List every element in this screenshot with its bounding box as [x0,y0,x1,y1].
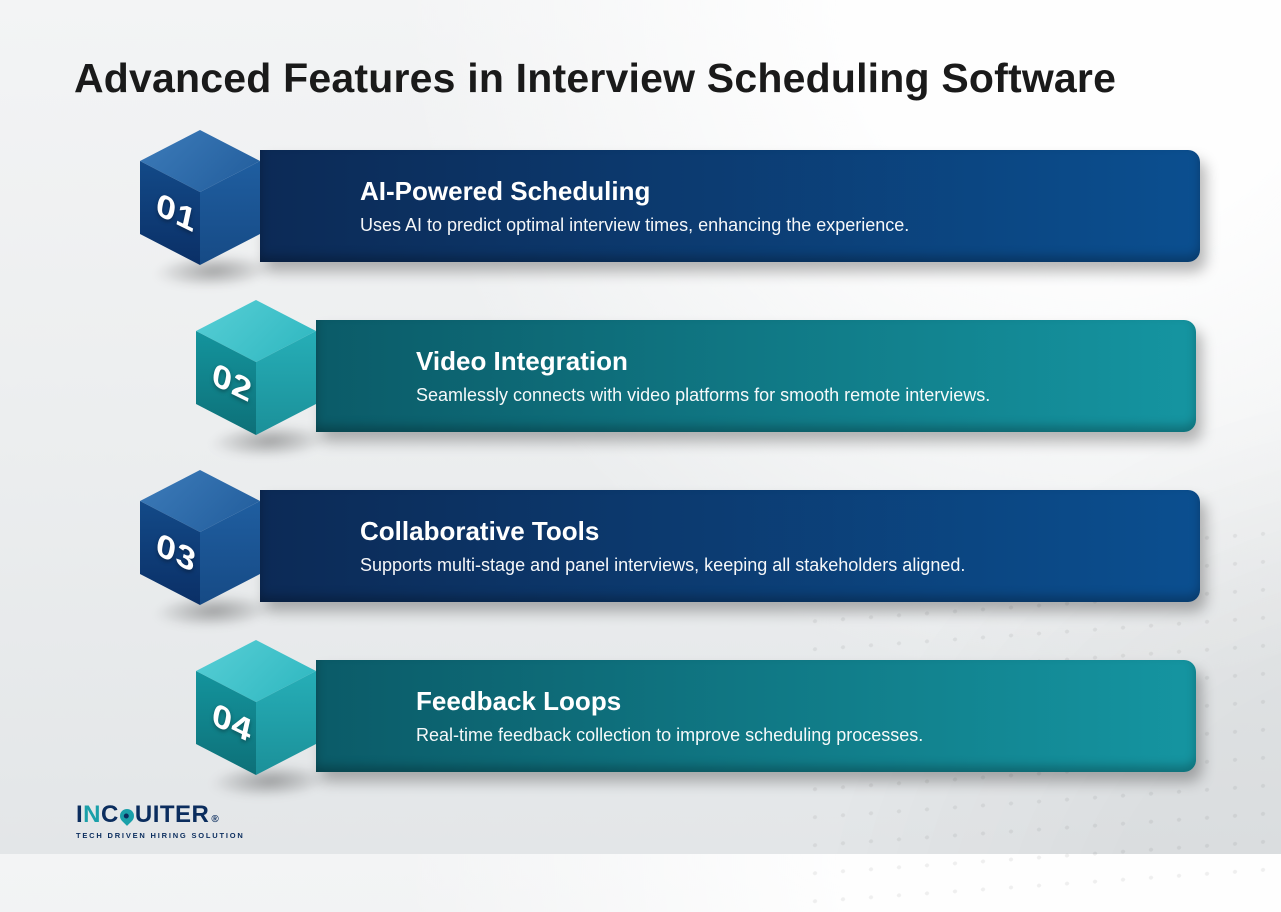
feature-desc: Real-time feedback collection to improve… [416,725,1172,746]
map-pin-icon [117,806,137,826]
brand-text: I [76,801,83,829]
brand-wordmark: I N C UITER ® [76,801,246,829]
feature-row-2: Video Integration Seamlessly connects wi… [186,298,1230,433]
feature-bar: Video Integration Seamlessly connects wi… [316,320,1196,432]
feature-title: AI-Powered Scheduling [360,176,1176,207]
feature-row-3: Collaborative Tools Supports multi-stage… [130,468,1230,603]
feature-title: Collaborative Tools [360,516,1176,547]
brand-text: N [83,801,101,829]
feature-title: Feedback Loops [416,686,1172,717]
brand-text: C [101,801,119,829]
feature-bar: Collaborative Tools Supports multi-stage… [260,490,1200,602]
feature-title: Video Integration [416,346,1172,377]
feature-bar: Feedback Loops Real-time feedback collec… [316,660,1196,772]
feature-desc: Seamlessly connects with video platforms… [416,385,1172,406]
feature-desc: Supports multi-stage and panel interview… [360,555,1176,576]
brand-logo: I N C UITER ® TECH DRIVEN HIRING SOLUTIO… [76,801,246,840]
feature-list: AI-Powered Scheduling Uses AI to predict… [130,128,1230,808]
brand-tagline: TECH DRIVEN HIRING SOLUTION [76,831,246,840]
feature-desc: Uses AI to predict optimal interview tim… [360,215,1176,236]
feature-row-1: AI-Powered Scheduling Uses AI to predict… [130,128,1230,263]
brand-text: UITER [135,801,210,829]
page-title: Advanced Features in Interview Schedulin… [74,55,1116,102]
registered-mark: ® [211,814,219,825]
feature-bar: AI-Powered Scheduling Uses AI to predict… [260,150,1200,262]
feature-row-4: Feedback Loops Real-time feedback collec… [186,638,1230,773]
